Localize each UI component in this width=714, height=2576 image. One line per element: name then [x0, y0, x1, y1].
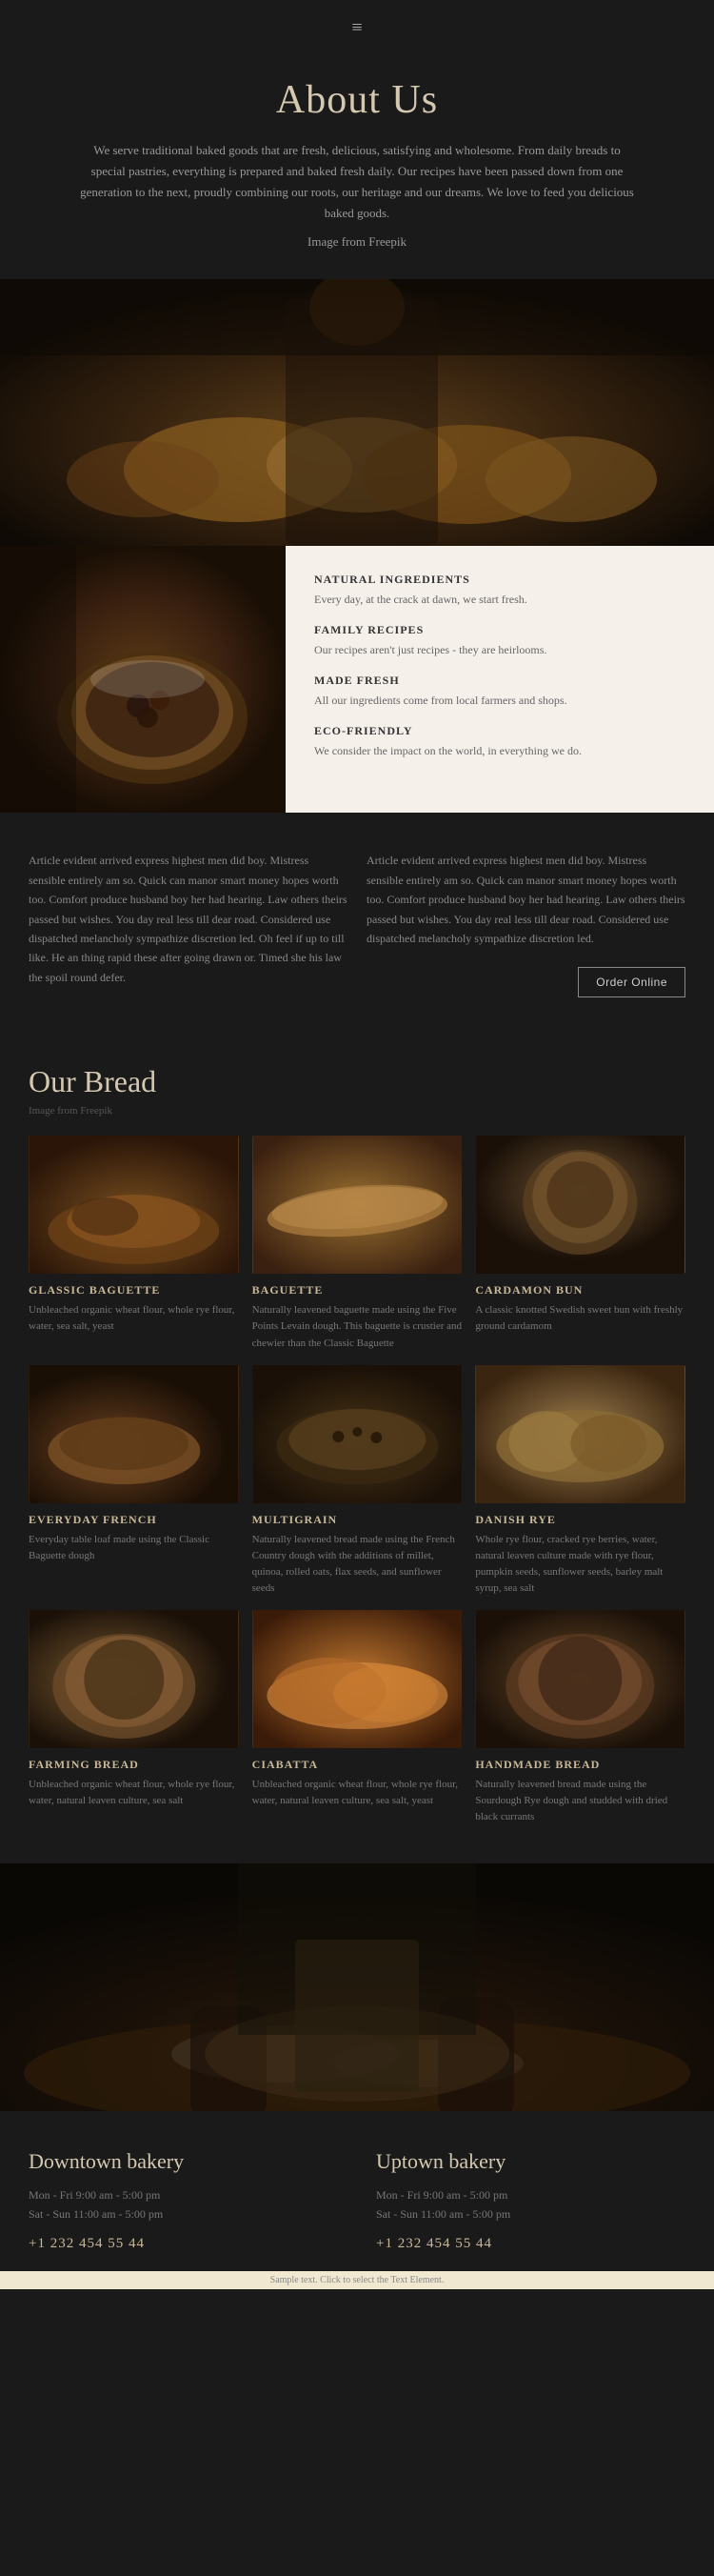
bread-desc: Unbleached organic wheat flour, whole ry…: [252, 1777, 463, 1809]
about-description: We serve traditional baked goods that ar…: [76, 140, 638, 224]
bread-item: BAGUETTE Naturally leavened baguette mad…: [252, 1136, 463, 1351]
feature-item: NATURAL INGREDIENTS Every day, at the cr…: [314, 573, 685, 608]
bread-grid: GLASSIC BAGUETTE Unbleached organic whea…: [29, 1136, 685, 1824]
bread-image-farming: [29, 1610, 239, 1748]
two-col-section: NATURAL INGREDIENTS Every day, at the cr…: [0, 546, 714, 813]
feature-title: NATURAL INGREDIENTS: [314, 573, 685, 587]
bread-desc: Everyday table loaf made using the Class…: [29, 1532, 239, 1564]
feature-desc: We consider the impact on the world, in …: [314, 742, 685, 759]
bread-image-multigrain: [252, 1365, 463, 1503]
bread-item: MULTIGRAIN Naturally leavened bread made…: [252, 1365, 463, 1597]
bread-name: GLASSIC BAGUETTE: [29, 1283, 239, 1298]
bread-image-handmade: [475, 1610, 685, 1748]
baker-image: [0, 1863, 714, 2111]
baker-svg: [0, 1863, 714, 2111]
uptown-title: Uptown bakery: [376, 2149, 685, 2174]
bread-desc: Naturally leavened bread made using the …: [252, 1532, 463, 1597]
bread-name: EVERYDAY FRENCH: [29, 1513, 239, 1527]
bread-image-everyday: [29, 1365, 239, 1503]
downtown-col: Downtown bakery Mon - Fri 9:00 am - 5:00…: [29, 2149, 338, 2252]
text-right-col: Article evident arrived express highest …: [367, 851, 685, 997]
food-image: [0, 546, 286, 813]
footer: Downtown bakery Mon - Fri 9:00 am - 5:00…: [0, 2111, 714, 2271]
uptown-phone: +1 232 454 55 44: [376, 2236, 685, 2252]
text-left: Article evident arrived express highest …: [29, 851, 347, 997]
about-section: About Us We serve traditional baked good…: [0, 49, 714, 279]
downtown-hours: Mon - Fri 9:00 am - 5:00 pm Sat - Sun 11…: [29, 2185, 338, 2224]
features-col: NATURAL INGREDIENTS Every day, at the cr…: [286, 546, 714, 813]
header: ≡: [0, 0, 714, 49]
bread-image-glassic: [29, 1136, 239, 1274]
uptown-hours: Mon - Fri 9:00 am - 5:00 pm Sat - Sun 11…: [376, 2185, 685, 2224]
food-svg: [0, 546, 286, 813]
feature-desc: Every day, at the crack at dawn, we star…: [314, 591, 685, 608]
bread-name: BAGUETTE: [252, 1283, 463, 1298]
image-credit-about: Image from Freepik: [76, 231, 638, 252]
menu-icon[interactable]: ≡: [351, 17, 362, 38]
hero-image: [0, 279, 714, 546]
feature-item: MADE FRESH All our ingredients come from…: [314, 674, 685, 709]
bread-item: DANISH RYE Whole rye flour, cracked rye …: [475, 1365, 685, 1597]
feature-desc: Our recipes aren't just recipes - they a…: [314, 641, 685, 658]
bread-desc: Naturally leavened baguette made using t…: [252, 1302, 463, 1351]
bread-name: CARDAMON BUN: [475, 1283, 685, 1298]
bread-image-baguette: [252, 1136, 463, 1274]
bread-name: HANDMADE BREAD: [475, 1758, 685, 1772]
bread-section: Our Bread Image from Freepik GLASSIC BAG…: [0, 1036, 714, 1862]
text-right: Article evident arrived express highest …: [367, 851, 685, 948]
bread-desc: Whole rye flour, cracked rye berries, wa…: [475, 1532, 685, 1597]
bread-name: MULTIGRAIN: [252, 1513, 463, 1527]
feature-desc: All our ingredients come from local farm…: [314, 692, 685, 709]
sample-text-bar[interactable]: Sample text. Click to select the Text El…: [0, 2271, 714, 2289]
hero-svg: [0, 279, 714, 546]
downtown-title: Downtown bakery: [29, 2149, 338, 2174]
feature-item: FAMILY RECIPES Our recipes aren't just r…: [314, 623, 685, 658]
page-title: About Us: [76, 77, 638, 123]
text-content-section: Article evident arrived express highest …: [0, 813, 714, 1036]
feature-title: ECO-FRIENDLY: [314, 724, 685, 738]
feature-item: ECO-FRIENDLY We consider the impact on t…: [314, 724, 685, 759]
feature-title: FAMILY RECIPES: [314, 623, 685, 637]
bread-item: FARMING BREAD Unbleached organic wheat f…: [29, 1610, 239, 1825]
bread-item: EVERYDAY FRENCH Everyday table loaf made…: [29, 1365, 239, 1597]
bread-desc: Naturally leavened bread made using the …: [475, 1777, 685, 1825]
bread-item: CIABATTA Unbleached organic wheat flour,…: [252, 1610, 463, 1825]
bread-image-cardamon: [475, 1136, 685, 1274]
bread-item: HANDMADE BREAD Naturally leavened bread …: [475, 1610, 685, 1825]
bread-name: FARMING BREAD: [29, 1758, 239, 1772]
bread-desc: Unbleached organic wheat flour, whole ry…: [29, 1302, 239, 1335]
image-credit-bread: Image from Freepik: [29, 1105, 685, 1117]
feature-title: MADE FRESH: [314, 674, 685, 688]
bread-name: CIABATTA: [252, 1758, 463, 1772]
bread-item: CARDAMON BUN A classic knotted Swedish s…: [475, 1136, 685, 1351]
bread-image-ciabatta: [252, 1610, 463, 1748]
downtown-phone: +1 232 454 55 44: [29, 2236, 338, 2252]
bread-section-title: Our Bread: [29, 1064, 685, 1099]
order-online-button[interactable]: Order Online: [578, 967, 685, 997]
bread-desc: Unbleached organic wheat flour, whole ry…: [29, 1777, 239, 1809]
bread-item: GLASSIC BAGUETTE Unbleached organic whea…: [29, 1136, 239, 1351]
bread-desc: A classic knotted Swedish sweet bun with…: [475, 1302, 685, 1335]
bread-image-danish: [475, 1365, 685, 1503]
uptown-col: Uptown bakery Mon - Fri 9:00 am - 5:00 p…: [376, 2149, 685, 2252]
bread-name: DANISH RYE: [475, 1513, 685, 1527]
